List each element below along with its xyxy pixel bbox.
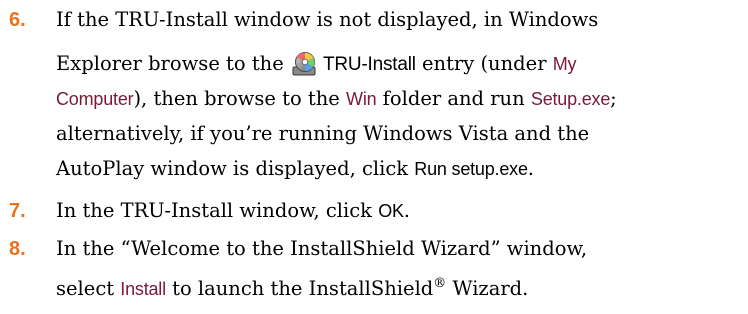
text-run: ; xyxy=(610,87,617,110)
text-line: If the TRU-Install window is not display… xyxy=(56,2,748,37)
text-run: Wizard. xyxy=(446,277,529,300)
text-run: select xyxy=(56,277,121,300)
cd-drive-icon xyxy=(292,52,316,76)
text-run: to launch the InstallShield xyxy=(165,277,434,300)
registered-mark: ® xyxy=(433,276,447,291)
text-run: In the TRU-Install window, click xyxy=(56,199,379,222)
text-run: Explorer browse to the xyxy=(56,52,284,75)
text-run: alternatively, if you’re running Windows… xyxy=(56,122,590,145)
text-run: ), then browse to the xyxy=(133,87,347,110)
ui-term-ok: OK xyxy=(378,201,404,221)
ui-term-my-computer: My xyxy=(552,54,577,74)
ui-term-win: Win xyxy=(346,89,377,109)
ui-term-my-computer: Computer xyxy=(56,89,134,109)
step-text: If the TRU-Install window is not display… xyxy=(56,2,748,186)
step-number: 7. xyxy=(9,200,26,222)
text-run: . xyxy=(527,157,534,180)
text-line: In the TRU-Install window, click OK. xyxy=(56,193,748,228)
text-line: Explorer browse to the TRU-Install entry… xyxy=(56,46,748,81)
step-number: 6. xyxy=(9,9,26,31)
text-run: folder and run xyxy=(376,87,531,110)
text-line: select Install to launch the InstallShie… xyxy=(56,271,748,306)
text-line: Computer), then browse to the Win folder… xyxy=(56,81,748,116)
text-run: AutoPlay window is displayed, click xyxy=(56,157,415,180)
ui-term-install: Install xyxy=(120,279,166,299)
text-run: In the “Welcome to the InstallShield Wiz… xyxy=(56,237,588,260)
text-run: entry (under xyxy=(415,52,553,75)
step-number: 8. xyxy=(9,238,26,260)
step-text: In the “Welcome to the InstallShield Wiz… xyxy=(56,231,748,306)
text-line: AutoPlay window is displayed, click Run … xyxy=(56,151,748,186)
text-line: alternatively, if you’re running Windows… xyxy=(56,116,748,151)
instruction-page: { "steps": [ { "number": "6.", "l1": "If… xyxy=(0,0,748,314)
ui-term-setup-exe: Setup.exe xyxy=(530,89,611,109)
text-run: . xyxy=(403,199,410,222)
text-line: In the “Welcome to the InstallShield Wiz… xyxy=(56,231,748,266)
entry-name: TRU-Install xyxy=(322,54,416,75)
step-text: In the TRU-Install window, click OK. xyxy=(56,193,748,228)
text-run: If the TRU-Install window is not display… xyxy=(56,8,599,31)
ui-term-run-setup: Run setup.exe xyxy=(414,159,528,179)
